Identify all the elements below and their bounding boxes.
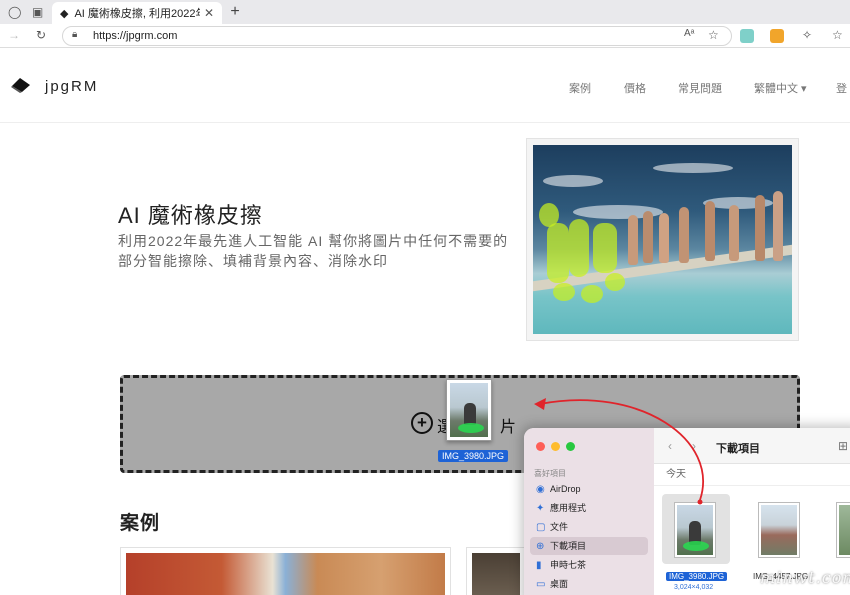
- hero-subtitle: 利用2022年最先進人工智能 AI 幫你將圖片中任何不需要的部分智能擦除、填補背…: [118, 233, 509, 269]
- minimize-window-icon[interactable]: [551, 442, 560, 451]
- new-tab-icon[interactable]: +: [226, 3, 244, 21]
- sidebar-item-desktop[interactable]: ▭ 桌面: [530, 575, 648, 593]
- case-card[interactable]: [466, 547, 526, 595]
- file-thumbnail: [674, 502, 716, 558]
- nav-item-cases[interactable]: 案例: [569, 80, 591, 96]
- file-dimensions: 3,024×4,032: [674, 584, 714, 591]
- file-item[interactable]: [822, 494, 850, 570]
- zoom-window-icon[interactable]: [566, 442, 575, 451]
- nav-item-pricing[interactable]: 價格: [624, 80, 646, 96]
- file-name-selected[interactable]: IMG_3980.JPG: [666, 572, 728, 581]
- file-item[interactable]: [658, 494, 734, 570]
- add-circle-icon[interactable]: +: [411, 412, 433, 434]
- tab-actions-icon[interactable]: ▣: [32, 5, 43, 19]
- url-field[interactable]: https://jpgrm.com: [62, 26, 732, 46]
- nav-item-login[interactable]: 登: [836, 80, 847, 96]
- favorites-bar-icon[interactable]: ☆: [832, 28, 843, 42]
- nav-item-faq[interactable]: 常見問題: [678, 80, 722, 96]
- sidebar-item-applications[interactable]: ✦ 應用程式: [530, 499, 648, 517]
- case-card[interactable]: [120, 547, 451, 595]
- sidebar-item-folder[interactable]: ▮ 申時七茶: [530, 556, 648, 574]
- apps-icon: ✦: [536, 503, 545, 514]
- refresh-icon[interactable]: ↻: [36, 28, 46, 42]
- dragged-file-thumbnail[interactable]: [446, 379, 492, 441]
- download-icon: ⊕: [536, 541, 545, 552]
- back-icon[interactable]: ‹: [668, 439, 672, 453]
- brand-name[interactable]: jpgRM: [45, 78, 98, 95]
- hero-title: AI 魔術橡皮擦: [118, 203, 263, 228]
- watermark: minwt.com: [760, 568, 850, 587]
- finder-sidebar: 喜好項目 ◉ AirDrop ✦ 應用程式 ▢ 文件 ⊕ 下載項目 ▮ 申時七茶 ▭ 桌面: [524, 428, 654, 595]
- sidebar-item-documents[interactable]: ▢ 文件: [530, 518, 648, 536]
- forward-icon[interactable]: ›: [692, 439, 696, 453]
- browser-tab[interactable]: ◆ AI 魔術橡皮擦, 利用2022年最先 ✕: [52, 2, 222, 24]
- site-favicon-icon: ◆: [60, 7, 69, 20]
- read-aloud-icon[interactable]: Aᵃ: [684, 28, 694, 39]
- back-icon[interactable]: →: [8, 28, 20, 42]
- airdrop-icon: ◉: [536, 484, 545, 495]
- file-thumbnail: [758, 502, 800, 558]
- tab-title: AI 魔術橡皮擦, 利用2022年最先: [74, 8, 199, 20]
- upload-label-end: 片: [500, 419, 518, 436]
- file-icon: ▮: [536, 560, 542, 571]
- document-icon: ▢: [536, 522, 546, 533]
- extension-icon[interactable]: [740, 29, 754, 43]
- hero-example-image: [526, 138, 799, 341]
- lock-icon[interactable]: 🔒︎: [72, 29, 77, 40]
- extensions-puzzle-icon[interactable]: ✧: [802, 28, 812, 42]
- close-window-icon[interactable]: [536, 442, 545, 451]
- profile-icon[interactable]: ◯: [8, 5, 21, 19]
- cases-heading: 案例: [120, 513, 161, 534]
- eraser-logo-icon[interactable]: [10, 76, 32, 94]
- nav-item-language[interactable]: 繁體中文 ▾: [754, 80, 807, 96]
- dragged-file-name: IMG_3980.JPG: [438, 450, 509, 462]
- favorite-icon[interactable]: ☆: [708, 28, 719, 42]
- case-image: [472, 553, 520, 595]
- group-header-today: 今天: [654, 464, 850, 486]
- extension-icon[interactable]: [770, 29, 784, 43]
- grid-view-icon[interactable]: ⊞: [838, 439, 848, 453]
- finder-title: 下載項目: [716, 443, 760, 455]
- sidebar-section-favorites: 喜好項目: [534, 469, 566, 478]
- swimmers-photo: [533, 145, 792, 334]
- file-item[interactable]: [740, 494, 816, 570]
- dragged-photo: [450, 383, 488, 437]
- header-divider: [0, 122, 850, 123]
- close-tab-icon[interactable]: ✕: [204, 6, 214, 20]
- case-image: [126, 553, 445, 595]
- file-thumbnail: [836, 502, 850, 558]
- sidebar-item-airdrop[interactable]: ◉ AirDrop: [530, 480, 648, 498]
- desktop-icon: ▭: [536, 579, 546, 590]
- sidebar-item-downloads[interactable]: ⊕ 下載項目: [530, 537, 648, 555]
